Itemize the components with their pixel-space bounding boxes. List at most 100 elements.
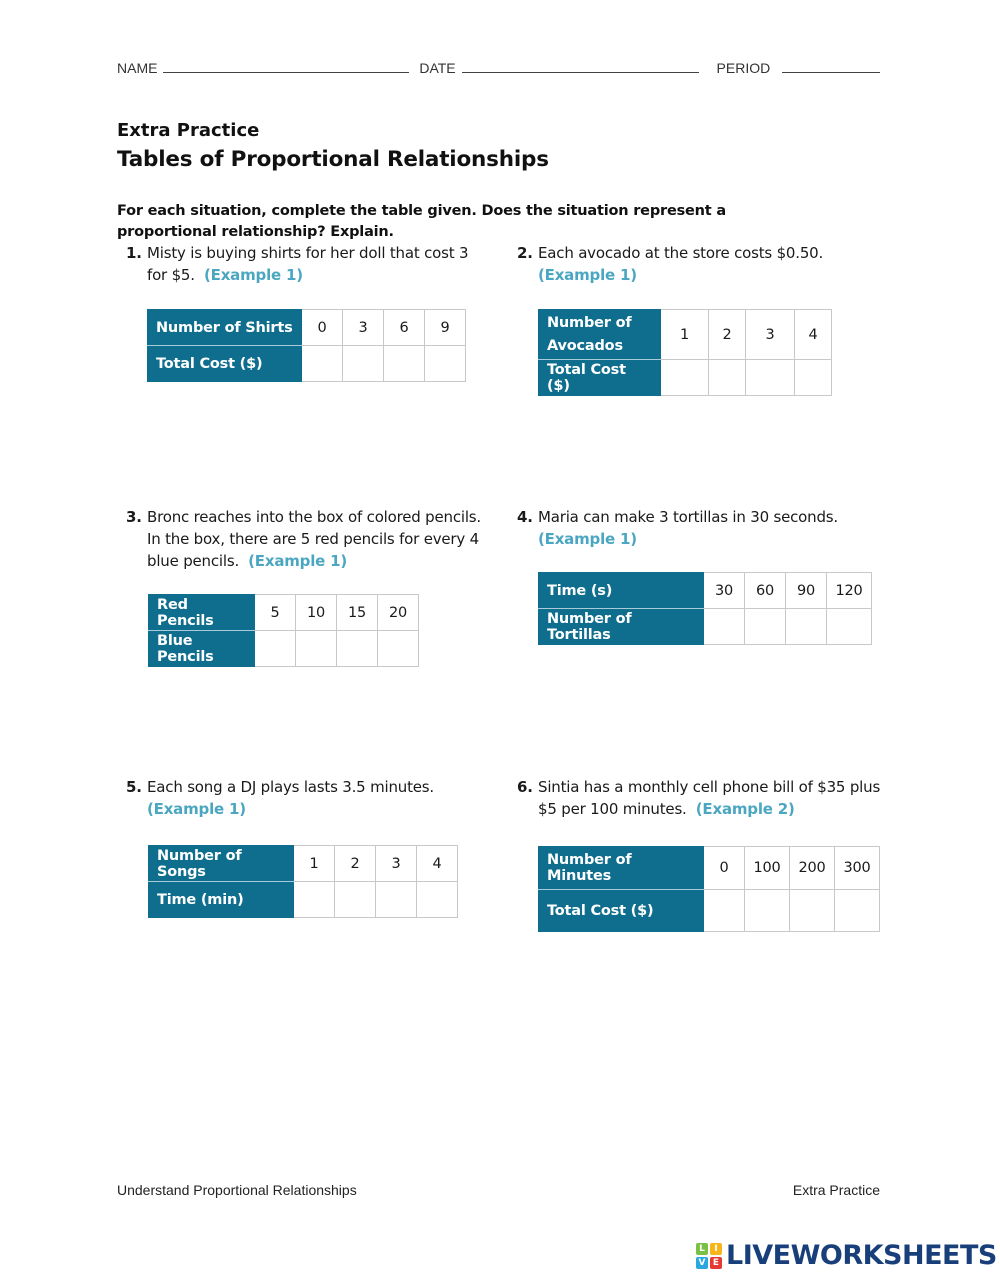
answer-cell[interactable] [703, 889, 745, 932]
problem-5: 5. Each song a DJ plays lasts 3.5 minute… [126, 776, 486, 820]
problem-3-table: Red Pencils 5 10 15 20 Blue Pencils [148, 594, 419, 667]
problem-5-table: Number of Songs 1 2 3 4 Time (min) [148, 845, 458, 918]
logo-tile: V [696, 1256, 708, 1269]
table-cell: 1 [293, 845, 335, 882]
problem-4: 4. Maria can make 3 tortillas in 30 seco… [517, 506, 877, 550]
answer-cell[interactable] [293, 881, 335, 918]
example-link[interactable]: (Example 1) [248, 552, 347, 570]
answer-cell[interactable] [254, 630, 296, 667]
table-cell: 3 [375, 845, 417, 882]
table-cell: 3 [745, 309, 795, 360]
problem-number: 6. [517, 778, 533, 796]
logo-tile: E [710, 1256, 722, 1269]
table-cell: 9 [424, 309, 466, 346]
worksheet-title: Tables of Proportional Relationships [117, 147, 549, 172]
liveworksheets-logo: L I V E LIVEWORKSHEETS [696, 1240, 997, 1271]
answer-cell[interactable] [744, 608, 786, 645]
date-field[interactable] [461, 58, 699, 73]
table-cell: 1 [660, 309, 709, 360]
footer-left: Understand Proportional Relationships [117, 1182, 357, 1198]
problem-6-table: Number of Minutes 0 100 200 300 Total Co… [538, 846, 880, 932]
example-link[interactable]: (Example 1) [538, 266, 637, 284]
table-cell: 0 [703, 846, 745, 890]
row-header: Blue Pencils [148, 630, 255, 667]
problem-2: 2. Each avocado at the store costs $0.50… [517, 242, 867, 286]
problem-number: 4. [517, 508, 533, 526]
problem-3: 3. Bronc reaches into the box of colored… [126, 506, 491, 572]
answer-cell[interactable] [703, 608, 745, 645]
problem-6: 6. Sintia has a monthly cell phone bill … [517, 776, 887, 820]
row-header: Number of Avocados [538, 309, 661, 360]
date-label: DATE [419, 60, 456, 76]
problem-number: 5. [126, 778, 142, 796]
table-cell: 10 [295, 594, 337, 631]
row-header: Total Cost ($) [147, 345, 302, 382]
problem-text: Misty is buying shirts for her doll that… [147, 244, 469, 284]
row-header: Number of Shirts [147, 309, 302, 346]
problem-1: 1. Misty is buying shirts for her doll t… [126, 242, 476, 286]
answer-cell[interactable] [334, 881, 376, 918]
table-cell: 6 [383, 309, 425, 346]
example-link[interactable]: (Example 1) [147, 800, 246, 818]
problem-1-table: Number of Shirts 0 3 6 9 Total Cost ($) [147, 309, 466, 382]
table-cell: 2 [708, 309, 746, 360]
row-header: Number of Tortillas [538, 608, 704, 645]
table-cell: 3 [342, 309, 384, 346]
logo-tile: I [710, 1242, 722, 1255]
example-link[interactable]: (Example 1) [538, 530, 637, 548]
name-field[interactable] [163, 58, 410, 73]
answer-cell[interactable] [834, 889, 880, 932]
instructions: For each situation, complete the table g… [117, 203, 726, 240]
table-cell: 4 [416, 845, 458, 882]
problem-text: Maria can make 3 tortillas in 30 seconds… [538, 508, 838, 526]
answer-cell[interactable] [794, 359, 832, 396]
period-field[interactable] [782, 58, 881, 73]
answer-cell[interactable] [424, 345, 466, 382]
answer-cell[interactable] [336, 630, 378, 667]
row-header: Number of Songs [148, 845, 294, 882]
answer-cell[interactable] [785, 608, 827, 645]
example-link[interactable]: (Example 1) [204, 266, 303, 284]
logo-grid-icon: L I V E [696, 1242, 722, 1269]
answer-cell[interactable] [295, 630, 337, 667]
row-header: Time (min) [148, 881, 294, 918]
row-header: Total Cost ($) [538, 359, 661, 396]
row-header: Number of Minutes [538, 846, 704, 890]
problem-text: Each avocado at the store costs $0.50. [538, 244, 824, 262]
table-cell: 20 [377, 594, 419, 631]
answer-cell[interactable] [708, 359, 746, 396]
table-cell: 30 [703, 572, 745, 609]
problem-text: Each song a DJ plays lasts 3.5 minutes. [147, 778, 434, 796]
problem-4-table: Time (s) 30 60 90 120 Number of Tortilla… [538, 572, 872, 645]
problem-number: 3. [126, 508, 142, 526]
row-header: Time (s) [538, 572, 704, 609]
name-label: NAME [117, 60, 158, 76]
table-cell: 5 [254, 594, 296, 631]
answer-cell[interactable] [789, 889, 835, 932]
logo-text: LIVEWORKSHEETS [726, 1240, 997, 1271]
answer-cell[interactable] [375, 881, 417, 918]
logo-tile: L [696, 1242, 708, 1255]
table-cell: 100 [744, 846, 790, 890]
table-cell: 4 [794, 309, 832, 360]
problem-2-table: Number of Avocados 1 2 3 4 Total Cost ($… [538, 309, 832, 396]
answer-cell[interactable] [744, 889, 790, 932]
row-header: Total Cost ($) [538, 889, 704, 932]
worksheet-subtitle: Extra Practice [117, 120, 260, 141]
answer-cell[interactable] [660, 359, 709, 396]
answer-cell[interactable] [383, 345, 425, 382]
table-cell: 200 [789, 846, 835, 890]
answer-cell[interactable] [377, 630, 419, 667]
answer-cell[interactable] [301, 345, 343, 382]
answer-cell[interactable] [826, 608, 872, 645]
table-cell: 90 [785, 572, 827, 609]
table-cell: 2 [334, 845, 376, 882]
problem-number: 2. [517, 244, 533, 262]
example-link[interactable]: (Example 2) [696, 800, 795, 818]
period-label: PERIOD [716, 60, 771, 76]
table-cell: 300 [834, 846, 880, 890]
answer-cell[interactable] [745, 359, 795, 396]
answer-cell[interactable] [416, 881, 458, 918]
problem-number: 1. [126, 244, 142, 262]
answer-cell[interactable] [342, 345, 384, 382]
